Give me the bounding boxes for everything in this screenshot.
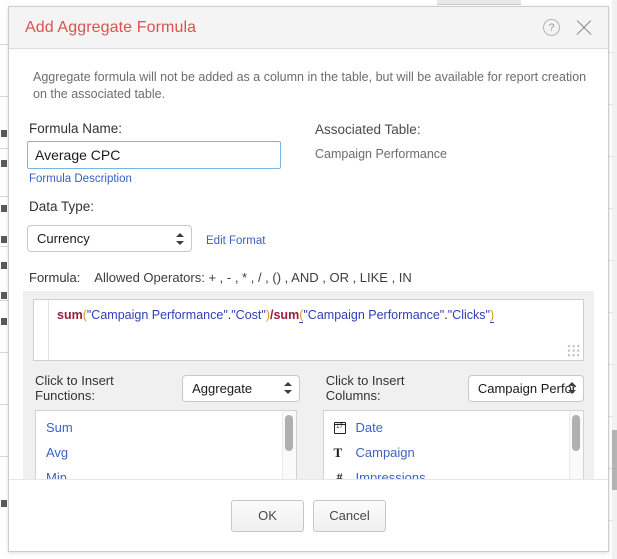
function-item-label: Sum [46,420,73,435]
data-type-label: Data Type: [29,199,95,214]
formula-gutter [34,300,49,360]
dialog-body: Aggregate formula will not be added as a… [9,49,608,479]
background-left-strip [0,0,8,559]
token-close-paren-2: ) [489,308,495,323]
form-columns: Formula Name: Formula Description Data T… [27,121,590,252]
cancel-button[interactable]: Cancel [313,499,386,532]
chevron-updown-icon [284,381,293,395]
allowed-operators-text: Allowed Operators: + , - , * , / , () , … [94,270,412,285]
functions-list-scrollbar-thumb[interactable] [284,415,293,451]
titlebar-icon-group: ? [543,18,594,38]
insert-functions-selected-value: Aggregate [192,380,253,396]
formula-textarea[interactable]: sum("Campaign Performance"."Cost")/sum("… [33,299,584,361]
form-left-column: Formula Name: Formula Description Data T… [27,121,315,252]
columns-list-scrollbar[interactable] [569,411,583,479]
insert-columns-label: Click to Insert Columns: [325,373,405,403]
ok-button[interactable]: OK [231,499,304,532]
insert-columns-select[interactable]: Campaign Perfor [467,374,584,402]
formula-editor-region: sum("Campaign Performance"."Cost")/sum("… [23,291,594,479]
columns-list-scrollbar-thumb[interactable] [572,415,580,451]
text-type-icon: T [333,444,343,460]
list-item[interactable]: .# Impressions [324,465,584,479]
list-item[interactable]: Sum [36,415,296,440]
formula-description-link[interactable]: Formula Description [29,173,132,185]
dialog-title: Add Aggregate Formula [25,18,197,36]
token-table-1: "Campaign Performance" [86,308,228,322]
columns-listbox[interactable]: 17 Date T Campaign .# Impressions .# [322,410,584,479]
columns-list: 17 Date T Campaign .# Impressions .# [324,411,584,479]
formula-expression[interactable]: sum("Campaign Performance"."Cost")/sum("… [49,300,583,360]
data-type-select[interactable]: Currency [27,225,192,252]
insert-lists: Sum Avg Min Max Count 17 Date [35,410,584,479]
insert-columns-selected-value: Campaign Perfor [477,380,577,396]
help-icon[interactable]: ? [543,19,560,36]
insert-functions-group: Click to Insert Functions: Aggregate [35,373,301,403]
list-item[interactable]: 17 Date [324,415,584,440]
close-icon[interactable] [574,18,594,38]
data-type-selected-value: Currency [37,231,90,246]
resize-handle-icon[interactable] [567,344,581,358]
chevron-updown-icon [567,381,576,395]
background-tab [437,0,521,5]
calendar-icon: 17 [333,421,356,434]
insert-columns-group: Click to Insert Columns: Campaign Perfor [326,373,584,403]
edit-format-link[interactable]: Edit Format [206,235,265,247]
page-scrollbar[interactable] [612,0,617,559]
formula-name-label: Formula Name: [29,121,123,136]
column-item-label: Date [355,420,383,435]
list-item[interactable]: T Campaign [324,440,584,465]
data-type-row: Currency Edit Format [27,225,315,252]
add-aggregate-formula-dialog: Add Aggregate Formula ? Aggregate formul… [8,6,609,552]
token-field-1: "Cost" [231,308,266,322]
insert-controls-row: Click to Insert Functions: Aggregate Cli… [35,373,584,403]
form-right-column: Associated Table: Campaign Performance [315,121,590,252]
list-item[interactable]: Min [36,465,296,479]
associated-table-label: Associated Table: [315,122,421,137]
functions-list: Sum Avg Min Max Count [36,411,296,479]
column-item-label: Impressions [355,470,426,479]
dialog-titlebar: Add Aggregate Formula ? [9,7,608,49]
functions-listbox[interactable]: Sum Avg Min Max Count [35,410,297,479]
column-item-label: Campaign [355,445,415,460]
formula-header: Formula: Allowed Operators: + , - , * , … [29,270,590,285]
number-type-icon: .# [333,470,343,479]
dialog-footer: OK Cancel [9,479,608,551]
chevron-updown-icon [176,232,184,246]
associated-table-value: Campaign Performance [315,147,448,161]
function-item-label: Avg [46,445,69,460]
list-item[interactable]: Avg [36,440,296,465]
token-function-1: sum [57,308,83,322]
formula-label: Formula: [29,270,81,285]
token-field-2: "Clicks" [447,308,490,322]
insert-functions-label: Click to Insert Functions: [35,373,114,403]
formula-name-input[interactable] [27,141,281,169]
token-function-2: sum [273,308,300,322]
insert-functions-select[interactable]: Aggregate [182,374,301,402]
dialog-description: Aggregate formula will not be added as a… [33,70,587,101]
page-scrollbar-thumb[interactable] [612,430,617,490]
function-item-label: Min [46,470,67,479]
token-table-2: "Campaign Performance" [303,308,445,322]
functions-list-scrollbar[interactable] [281,411,296,479]
